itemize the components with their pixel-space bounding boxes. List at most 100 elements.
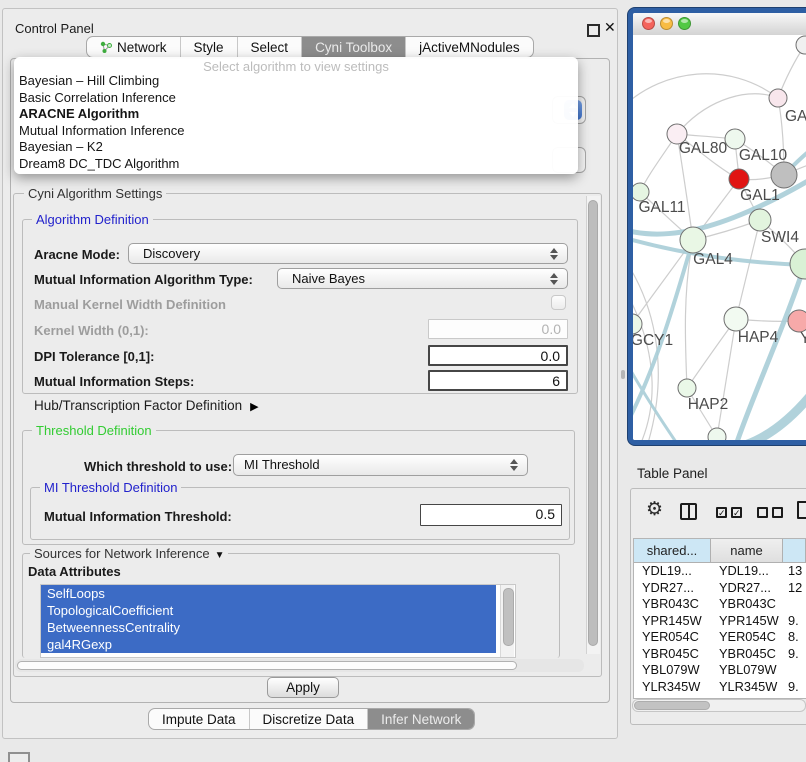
column-header-name[interactable]: name [711, 539, 783, 563]
bottom-tabs: Impute DataDiscretize DataInfer Network [148, 708, 475, 730]
mi-steps-label: Mutual Information Steps: [34, 374, 194, 389]
gear-icon[interactable]: ⚙ [646, 500, 663, 519]
network-node-gal[interactable] [769, 89, 787, 107]
table-cell: 13 [783, 563, 806, 580]
data-attributes-list[interactable]: SelfLoopsTopologicalCoefficientBetweenne… [40, 584, 516, 658]
tab-jactivemnodules[interactable]: jActiveMNodules [405, 37, 533, 57]
mi-threshold-field[interactable]: 0.5 [420, 504, 562, 526]
table-cell: 9. [783, 679, 806, 696]
network-node[interactable] [771, 162, 797, 188]
manual-kernel-width-checkbox[interactable] [551, 295, 566, 310]
network-node-gal1[interactable] [729, 169, 749, 189]
which-threshold-select[interactable]: MI Threshold [233, 454, 528, 476]
table-row[interactable]: YBR045CYBR045C9. [634, 646, 806, 663]
attributes-scrollbar[interactable] [500, 585, 514, 657]
network-window-titlebar[interactable] [633, 13, 806, 36]
tab-discretize-data[interactable]: Discretize Data [249, 709, 368, 729]
deselect-all-icon[interactable] [772, 507, 783, 518]
network-canvas[interactable]: GALGAL80GAL10GAL1GAL11SWI4GAL4GCY1HAP4YH… [633, 35, 806, 440]
network-graph[interactable]: GALGAL80GAL10GAL1GAL11SWI4GAL4GCY1HAP4YH… [633, 35, 806, 440]
document-icon[interactable] [797, 501, 806, 519]
mi-type-select[interactable]: Naive Bayes [277, 268, 568, 289]
table-cell: YDR27... [634, 580, 711, 597]
column-header-shared-name[interactable]: shared... [634, 539, 711, 563]
close-window-icon[interactable] [642, 17, 655, 30]
table-row[interactable]: YLR345WYLR345W9. [634, 679, 806, 696]
collapse-arrow-icon[interactable]: ▼ [215, 550, 225, 561]
hub-definition-expander[interactable]: Hub/Transcription Factor Definition▶ [34, 398, 259, 413]
attribute-item[interactable]: TopologicalCoefficient [41, 602, 496, 619]
network-node-y[interactable] [788, 310, 806, 332]
algorithm-options-list: Bayesian – Hill ClimbingBasic Correlatio… [14, 73, 578, 173]
select-all-icon[interactable]: ✓ [716, 507, 727, 518]
algorithm-definition-title: Algorithm Definition [32, 212, 153, 227]
attribute-item[interactable]: gal4RGexp [41, 636, 496, 653]
table-cell: YBR045C [711, 646, 783, 663]
algorithm-option[interactable]: Dream8 DC_TDC Algorithm [14, 156, 578, 173]
splitter-handle[interactable] [621, 370, 625, 379]
network-view-window[interactable]: GALGAL80GAL10GAL1GAL11SWI4GAL4GCY1HAP4YH… [628, 8, 806, 445]
network-node[interactable] [708, 428, 726, 440]
table-cell: YDR27... [711, 580, 783, 597]
node-label: GAL4 [693, 251, 733, 268]
manual-kernel-width-label: Manual Kernel Width Definition [34, 297, 226, 312]
close-icon[interactable]: ✕ [604, 19, 616, 36]
table-row[interactable]: YDL19...YDL19...13 [634, 563, 806, 580]
tab-style[interactable]: Style [180, 37, 237, 57]
table-header: shared... name [634, 539, 806, 563]
tab-impute-data[interactable]: Impute Data [149, 709, 249, 729]
network-node-hap4[interactable] [724, 307, 748, 331]
network-nodes[interactable]: GALGAL80GAL10GAL1GAL11SWI4GAL4GCY1HAP4YH… [633, 36, 806, 440]
table-cell: YBR045C [634, 646, 711, 663]
network-node[interactable] [790, 249, 806, 279]
algorithm-option[interactable]: Bayesian – Hill Climbing [14, 73, 578, 90]
algorithm-option[interactable]: Mutual Information Inference [14, 123, 578, 140]
attributes-scrollbar-thumb[interactable] [503, 588, 514, 646]
expand-arrow-icon[interactable]: ▶ [250, 401, 258, 413]
kernel-width-field[interactable]: 0.0 [428, 319, 568, 339]
algorithm-option[interactable]: Basic Correlation Inference [14, 90, 578, 107]
table-row[interactable]: YER054CYER054C8. [634, 629, 806, 646]
network-node-gal4[interactable] [680, 227, 706, 253]
docked-panel-icon[interactable] [8, 752, 30, 762]
table-row[interactable]: YBR043CYBR043C [634, 596, 806, 613]
dpi-tolerance-field[interactable]: 0.0 [428, 345, 568, 366]
minimize-window-icon[interactable] [660, 17, 673, 30]
tab-label: Network [117, 40, 167, 55]
node-label: HAP2 [688, 396, 729, 413]
network-node-gal10[interactable] [725, 129, 745, 149]
select-all-icon[interactable]: ✓ [731, 507, 742, 518]
aracne-mode-select[interactable]: Discovery [128, 243, 568, 264]
algorithm-option[interactable]: ARACNE Algorithm [14, 106, 578, 123]
tab-cyni-toolbox[interactable]: Cyni Toolbox [301, 37, 405, 57]
screen: Control Panel ✕ NetworkStyleSelectCyni T… [0, 0, 806, 762]
settings-horizontal-scrollbar-thumb[interactable] [17, 661, 517, 670]
zoom-window-icon[interactable] [678, 17, 691, 30]
table-cell: 9. [783, 646, 806, 663]
node-label: GAL [785, 108, 806, 125]
table-row[interactable]: YDR27...YDR27...12 [634, 580, 806, 597]
mi-steps-field[interactable]: 6 [428, 370, 568, 391]
tab-select[interactable]: Select [237, 37, 302, 57]
tab-infer-network[interactable]: Infer Network [367, 709, 474, 729]
control-panel-tabs: Network StyleSelectCyni ToolboxjActiveMNo… [86, 36, 534, 58]
dropdown-hint: Select algorithm to view settings [14, 57, 578, 73]
network-node-gcy1[interactable] [633, 314, 642, 334]
network-node-hap2[interactable] [678, 379, 696, 397]
algorithm-option[interactable]: Bayesian – K2 [14, 139, 578, 156]
settings-vertical-scrollbar-thumb[interactable] [588, 200, 598, 646]
network-node[interactable] [796, 36, 806, 54]
table-row[interactable]: YBL079WYBL079W [634, 662, 806, 679]
network-node-swi4[interactable] [749, 209, 771, 231]
table-horizontal-scrollbar-thumb[interactable] [634, 701, 710, 710]
apply-button[interactable]: Apply [267, 677, 339, 698]
deselect-all-icon[interactable] [757, 507, 768, 518]
column-header-partial[interactable] [783, 539, 806, 563]
float-window-icon[interactable] [587, 24, 600, 37]
columns-icon[interactable] [680, 503, 697, 520]
table-row[interactable]: YPR145WYPR145W9. [634, 613, 806, 630]
attribute-item[interactable]: BetweennessCentrality [41, 619, 496, 636]
tab-network[interactable]: Network [87, 37, 180, 57]
table-cell: 8. [783, 629, 806, 646]
attribute-item[interactable]: SelfLoops [41, 585, 496, 602]
